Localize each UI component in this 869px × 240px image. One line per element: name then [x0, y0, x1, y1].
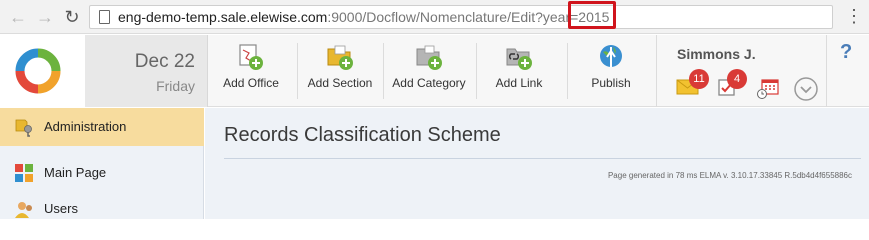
sidebar-item-label: Users — [44, 201, 78, 216]
main-content: Records Classification Scheme Page gener… — [205, 108, 869, 219]
sidebar-item-administration[interactable]: Administration — [0, 108, 204, 146]
add-link-label: Add Link — [495, 76, 543, 90]
admin-key-icon — [15, 119, 32, 137]
header-divider — [826, 35, 827, 107]
current-date: Dec 22 — [134, 51, 195, 72]
back-arrow-icon[interactable]: ← — [7, 6, 29, 28]
help-icon[interactable]: ? — [840, 41, 852, 64]
add-category-label: Add Category — [392, 76, 466, 90]
browser-toolbar: ← → ↻ eng-demo-temp.sale.elewise.com:900… — [0, 0, 869, 34]
add-category-button[interactable]: Add Category — [389, 35, 469, 107]
sidebar-item-users[interactable]: Users — [0, 190, 204, 228]
add-office-button[interactable]: Add Office — [215, 35, 287, 107]
forward-arrow-icon[interactable]: → — [34, 6, 56, 28]
reload-icon[interactable]: ↻ — [61, 6, 83, 28]
sidebar-item-label: Main Page — [44, 165, 107, 180]
add-section-button[interactable]: Add Section — [304, 35, 376, 107]
title-divider — [224, 158, 861, 159]
add-office-icon — [239, 44, 263, 70]
add-office-label: Add Office — [223, 76, 279, 90]
url-year-highlight — [568, 1, 616, 29]
toolbar-divider — [567, 43, 568, 99]
add-section-folder-icon — [327, 45, 353, 70]
user-name[interactable]: Simmons J. — [677, 46, 756, 62]
publish-button[interactable]: Publish — [575, 35, 647, 107]
page-generated-info: Page generated in 78 ms ELMA v. 3.10.17.… — [607, 171, 852, 180]
publish-globe-icon — [600, 45, 622, 67]
app-header: Dec 22 Friday Add Office Add Section Add — [0, 35, 869, 107]
add-link-button[interactable]: Add Link — [484, 35, 554, 107]
add-section-label: Add Section — [307, 76, 373, 90]
toolbar-divider — [383, 43, 384, 99]
calendar-icon[interactable] — [756, 78, 780, 100]
elma-logo-icon — [15, 48, 61, 94]
toolbar-divider — [656, 35, 657, 107]
current-weekday: Friday — [156, 78, 195, 94]
users-icon — [15, 202, 32, 218]
sidebar-item-label: Administration — [44, 119, 127, 134]
address-bar[interactable]: eng-demo-temp.sale.elewise.com:9000/Docf… — [89, 5, 833, 29]
add-link-icon — [506, 48, 532, 70]
publish-label: Publish — [591, 76, 631, 90]
sidebar: Administration Main Page Users — [0, 108, 204, 219]
user-panel: Simmons J. 11 4 — [660, 35, 825, 107]
toolbar-divider — [476, 43, 477, 99]
url-text: eng-demo-temp.sale.elewise.com:9000/Docf… — [118, 9, 609, 25]
page-title: Records Classification Scheme — [224, 124, 501, 146]
menu-dots-icon[interactable]: ⋮ — [845, 7, 863, 25]
toolbar-divider — [297, 43, 298, 99]
chevron-down-icon[interactable] — [793, 76, 819, 102]
date-panel: Dec 22 Friday — [85, 35, 208, 107]
messages-count-badge: 11 — [689, 69, 709, 89]
add-category-folder-icon — [416, 45, 442, 70]
url-host: eng-demo-temp.sale.elewise.com — [118, 9, 328, 25]
logo-chevron — [70, 35, 85, 107]
tasks-count-badge: 4 — [727, 69, 747, 89]
page-icon — [99, 10, 110, 24]
sidebar-item-main-page[interactable]: Main Page — [0, 154, 204, 192]
main-page-grid-icon — [15, 164, 33, 182]
